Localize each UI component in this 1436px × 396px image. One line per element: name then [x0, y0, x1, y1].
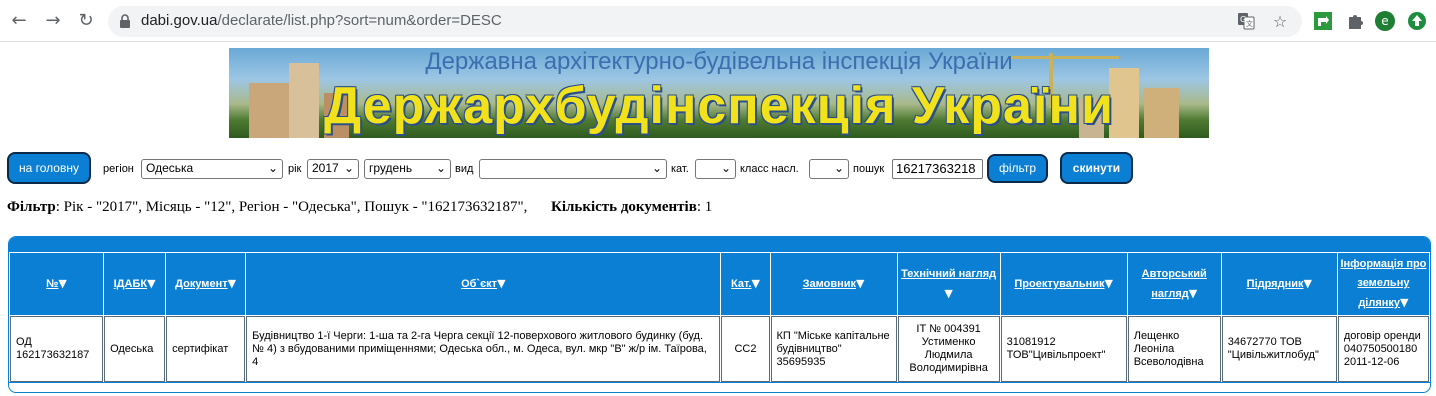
search-label: пошук — [853, 163, 885, 175]
bookmark-star-icon[interactable]: ☆ — [1270, 12, 1290, 32]
month-select-value: грудень — [369, 161, 413, 175]
cell-tech-supervision: ІТ № 004391 Устименко Людмила Володимирі… — [897, 316, 1000, 382]
svg-text:文: 文 — [1246, 19, 1253, 28]
chevron-down-icon: ⌄ — [435, 161, 446, 175]
back-icon[interactable]: ← — [8, 10, 30, 32]
column-header-idabk[interactable]: ІДАБК▼ — [104, 253, 166, 315]
home-button[interactable]: на головну — [7, 152, 91, 184]
column-header-land-info[interactable]: Інформація про земельну ділянку▼ — [1337, 253, 1429, 315]
class-select[interactable]: ⌄ — [809, 159, 849, 179]
column-header-designer[interactable]: Проектувальник▼ — [1000, 253, 1127, 315]
sort-arrow-icon: ▼ — [1104, 277, 1113, 290]
filter-button[interactable]: фільтр — [987, 154, 1048, 183]
filter-summary: Фільтр: Рік - "2017", Місяць - "12", Рег… — [7, 199, 712, 216]
extension-green-icon[interactable] — [1312, 10, 1334, 32]
column-header-tech-supervision[interactable]: Технічний нагляд▼ — [897, 253, 1000, 315]
region-select-value: Одеська — [146, 161, 194, 175]
reload-icon[interactable]: ↻ — [75, 10, 97, 32]
translate-icon[interactable]: G文 — [1236, 12, 1256, 32]
cell-contractor: 34672770 ТОВ "Цивільжитлобуд" — [1221, 316, 1337, 382]
chevron-down-icon: ⌄ — [343, 161, 354, 175]
table-top-bar — [9, 237, 1430, 252]
cell-land-info: договір оренди 040750500180 2011-12-06 — [1337, 316, 1429, 382]
column-header-object[interactable]: Об`єкт▼ — [246, 253, 721, 315]
address-bar[interactable]: dabi.gov.ua/declarate/list.php?sort=num&… — [108, 6, 1302, 37]
chevron-down-icon: ⌄ — [720, 161, 731, 175]
cell-category: СС2 — [721, 316, 770, 382]
type-select[interactable]: ⌄ — [479, 159, 667, 179]
cell-customer: КП "Міське капітальне будівництво" 35695… — [770, 316, 897, 382]
filter-summary-text: : Рік - "2017", Місяць - "12", Регіон - … — [55, 199, 528, 215]
type-label: вид — [455, 163, 474, 175]
browser-toolbar: ← → ↻ dabi.gov.ua/declarate/list.php?sor… — [0, 0, 1436, 42]
year-label: рік — [288, 163, 302, 175]
chevron-down-icon: ⌄ — [651, 161, 662, 175]
sort-arrow-icon: ▼ — [751, 277, 760, 290]
sort-arrow-icon: ▼ — [1188, 286, 1198, 300]
filter-bar: на головну регіон Одеська ⌄ рік 2017 ⌄ г… — [0, 151, 1436, 187]
reset-button[interactable]: скинути — [1060, 152, 1133, 184]
category-label: кат. — [671, 163, 689, 175]
sort-arrow-icon: ▼ — [497, 277, 506, 290]
month-select[interactable]: грудень ⌄ — [364, 159, 451, 179]
search-input[interactable]: 16217363218 — [892, 159, 983, 179]
url-path: /declarate/list.php?sort=num&order=DESC — [217, 12, 502, 29]
sort-arrow-icon: ▼ — [147, 277, 156, 290]
column-header-num[interactable]: №▼ — [10, 253, 104, 315]
column-header-customer[interactable]: Замовник▼ — [770, 253, 897, 315]
cell-idabk: Одеська — [104, 316, 166, 382]
filter-summary-label: Фільтр — [7, 199, 56, 215]
region-select[interactable]: Одеська ⌄ — [141, 159, 283, 179]
table-row: ОД 162173632187 Одеська сертифікат Будів… — [10, 316, 1429, 382]
site-banner: Державна архітектурно-будівельна інспекц… — [229, 48, 1209, 138]
column-header-category[interactable]: Кат.▼ — [721, 253, 770, 315]
column-header-document[interactable]: Документ▼ — [166, 253, 246, 315]
cell-num: ОД 162173632187 — [10, 316, 104, 382]
table-header-row: №▼ ІДАБК▼ Документ▼ Об`єкт▼ Кат.▼ Замовн… — [10, 253, 1429, 315]
category-select[interactable]: ⌄ — [695, 159, 736, 179]
chevron-down-icon: ⌄ — [833, 161, 844, 175]
banner-subtitle: Державна архітектурно-будівельна інспекц… — [425, 48, 1013, 75]
url-text: dabi.gov.ua/declarate/list.php?sort=num&… — [141, 12, 502, 29]
document-count-label: Кількість документів — [550, 199, 697, 215]
column-header-contractor[interactable]: Підрядник▼ — [1221, 253, 1337, 315]
forward-icon[interactable]: → — [42, 10, 64, 32]
cell-document: сертифікат — [166, 316, 246, 382]
sort-arrow-icon: ▼ — [227, 277, 237, 290]
year-select[interactable]: 2017 ⌄ — [307, 159, 359, 179]
cell-object: Будівництво 1-ї Черги: 1-ша та 2-га Черг… — [246, 316, 721, 382]
cell-designer: 31081912 ТОВ"Цивільпроект" — [1000, 316, 1127, 382]
region-label: регіон — [103, 163, 134, 175]
sort-arrow-icon: ▼ — [1303, 277, 1312, 290]
class-label: класс насл. — [740, 163, 799, 175]
banner-title: Держархбудінспекція України — [324, 77, 1114, 135]
profile-avatar[interactable]: e — [1374, 10, 1396, 32]
column-header-author-supervision[interactable]: Авторський нагляд▼ — [1127, 253, 1221, 315]
sort-arrow-icon: ▼ — [856, 277, 865, 290]
lock-icon — [120, 14, 130, 28]
update-arrow-icon[interactable] — [1406, 10, 1428, 32]
extensions-puzzle-icon[interactable] — [1344, 10, 1366, 32]
sort-arrow-icon: ▼ — [58, 277, 67, 290]
sort-arrow-icon: ▼ — [1400, 296, 1409, 309]
results-table: №▼ ІДАБК▼ Документ▼ Об`єкт▼ Кат.▼ Замовн… — [9, 252, 1430, 383]
table-bottom-bar — [9, 382, 1430, 392]
year-select-value: 2017 — [312, 161, 339, 175]
url-host: dabi.gov.ua — [141, 12, 218, 29]
results-table-container: №▼ ІДАБК▼ Документ▼ Об`єкт▼ Кат.▼ Замовн… — [8, 236, 1431, 393]
document-count-value: : 1 — [696, 199, 713, 215]
chevron-down-icon: ⌄ — [267, 161, 278, 175]
svg-text:e: e — [1381, 14, 1388, 28]
cell-author-supervision: Лещенко Леоніла Всеволодівна — [1127, 316, 1221, 382]
sort-arrow-icon: ▼ — [944, 286, 953, 300]
